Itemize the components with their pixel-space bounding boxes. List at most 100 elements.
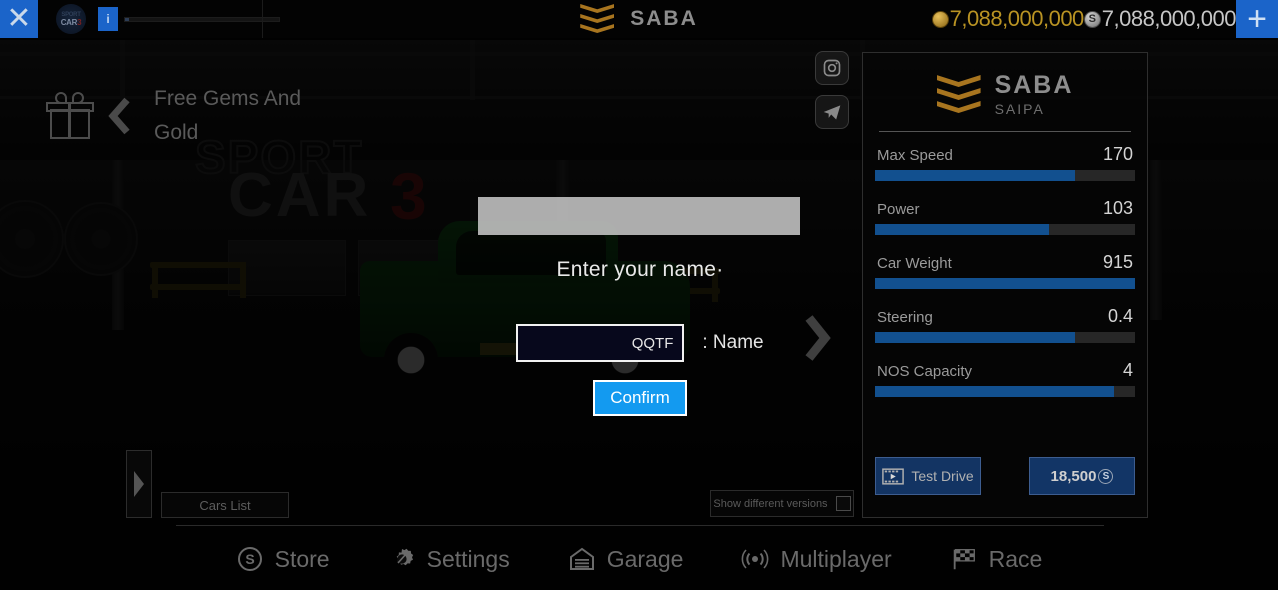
nav-item-multiplayer[interactable]: Multiplayer (741, 545, 892, 573)
stat-label: Power (877, 201, 920, 218)
stat-label: Max Speed (877, 147, 953, 164)
silver-amount: 7,088,000,000 (1101, 6, 1237, 31)
nav-item-settings[interactable]: Settings (388, 545, 510, 573)
gift-icon (46, 91, 94, 141)
promo-label: Free Gems And Gold (154, 87, 302, 144)
side-drawer-toggle[interactable] (126, 450, 152, 518)
currency-area: 7,088,000,000 S 7,088,000,000 (931, 0, 1237, 38)
divider (262, 0, 263, 38)
divider (176, 525, 1104, 526)
brand-name: SABA (630, 7, 698, 30)
progress-bar (124, 16, 280, 22)
stat-bar-fill (875, 386, 1115, 397)
show-versions-label: Show different versions (713, 497, 828, 510)
stat-value: 0.4 (1107, 306, 1133, 326)
stat-row: Power 103 (875, 198, 1135, 235)
stat-line: NOS Capacity 4 (875, 360, 1135, 386)
gold-coin-icon (931, 10, 949, 28)
stat-line: Max Speed 170 (875, 144, 1135, 170)
bottom-navigation: S Store Settings Garage Multiplayer Race (0, 528, 1278, 590)
stat-label: Car Weight (877, 255, 952, 272)
nav-item-label: Garage (606, 545, 684, 572)
account-info-button[interactable]: i (98, 7, 118, 31)
stat-row: NOS Capacity 4 (875, 360, 1135, 397)
close-x-icon: ✕ (6, 2, 32, 35)
stat-bar-track (875, 278, 1135, 289)
stat-row: Max Speed 170 (875, 144, 1135, 181)
silver-coin-icon: S (1098, 468, 1114, 484)
video-icon (882, 467, 905, 485)
stat-bar-track (875, 170, 1135, 181)
app-logo-car: CAR3 (60, 17, 82, 27)
name-field-row: : Name (516, 324, 764, 362)
free-gems-promo[interactable]: Free Gems And Gold (46, 82, 324, 150)
silver-coin-icon: S (1083, 10, 1101, 28)
store-coin-icon: S (236, 545, 264, 573)
stat-value: 103 (1102, 198, 1133, 218)
car-manufacturer: SAIPA (994, 101, 1045, 117)
plus-icon: + (1247, 0, 1267, 38)
chevron-left-icon[interactable] (106, 96, 132, 136)
saipa-chevron-logo (936, 75, 981, 115)
app-logo: SPORT CAR3 (56, 4, 86, 34)
broadcast-icon (741, 545, 769, 573)
cars-list-button[interactable]: Cars List (161, 492, 289, 518)
saipa-chevron-logo (580, 4, 615, 34)
name-input[interactable] (516, 324, 685, 362)
drawer-arrow-icon (134, 471, 144, 497)
show-versions-checkbox[interactable] (835, 496, 851, 511)
stat-line: Car Weight 915 (875, 252, 1135, 278)
stat-bar-track (875, 224, 1135, 235)
gold-amount: 7,088,000,000 (949, 6, 1085, 31)
panel-actions: Test Drive 18,500 S (875, 457, 1135, 495)
nav-item-race[interactable]: Race (950, 545, 1043, 573)
stat-value: 915 (1102, 252, 1133, 272)
stat-row: Car Weight 915 (875, 252, 1135, 289)
telegram-icon[interactable] (815, 95, 849, 129)
game-screen: SPORT CAR 3 ✕ SPORT CAR3 (0, 0, 1278, 590)
test-drive-label: Test Drive (911, 468, 974, 484)
show-versions-toggle[interactable]: Show different versions (710, 490, 854, 517)
confirm-button[interactable]: Confirm (593, 380, 687, 416)
buy-car-button[interactable]: 18,500 S (1029, 457, 1135, 495)
stat-label: NOS Capacity (877, 363, 973, 380)
stat-value: 170 (1102, 144, 1133, 164)
stat-line: Power 103 (875, 198, 1135, 224)
stat-bar-fill (875, 224, 1050, 235)
nav-item-garage[interactable]: Garage (568, 545, 684, 573)
silver-currency[interactable]: S 7,088,000,000 (1083, 6, 1237, 32)
stat-bar-track (875, 332, 1135, 343)
nav-item-store[interactable]: S Store (236, 545, 330, 573)
nav-item-label: Multiplayer (780, 545, 892, 572)
garage-icon (568, 545, 596, 573)
car-brand-header: SABA SAIPA (875, 73, 1135, 117)
stat-value: 4 (1122, 360, 1133, 380)
nav-item-label: Race (988, 545, 1043, 572)
stats-list: Max Speed 170 Power 103 Car Weight 915 Steerin… (875, 144, 1135, 397)
stat-label: Steering (877, 309, 933, 326)
stat-bar-track (875, 386, 1135, 397)
account-icon-label: i (106, 12, 110, 26)
gear-icon (388, 545, 416, 573)
cars-list-label: Cars List (199, 497, 251, 513)
gold-currency[interactable]: 7,088,000,000 (931, 6, 1085, 32)
stat-line: Steering 0.4 (875, 306, 1135, 332)
stat-bar-fill (875, 278, 1135, 289)
enter-name-dialog: Enter your name· : Name Confirm (410, 240, 870, 430)
car-title: SABA (994, 71, 1074, 99)
close-button[interactable]: ✕ (0, 0, 38, 38)
social-links (815, 51, 849, 139)
nav-item-label: Store (274, 545, 330, 572)
price-label: 18,500 (1050, 467, 1097, 485)
stat-row: Steering 0.4 (875, 306, 1135, 343)
ad-banner[interactable] (478, 197, 800, 235)
stat-bar-fill (875, 170, 1076, 181)
name-field-label: : Name (702, 332, 764, 353)
instagram-icon[interactable] (815, 51, 849, 85)
dialog-title: Enter your name· (556, 258, 724, 281)
svg-text:S: S (245, 551, 254, 567)
add-currency-button[interactable]: + (1236, 0, 1278, 38)
test-drive-button[interactable]: Test Drive (875, 457, 981, 495)
checkered-flag-icon (950, 545, 978, 573)
divider (879, 131, 1131, 132)
